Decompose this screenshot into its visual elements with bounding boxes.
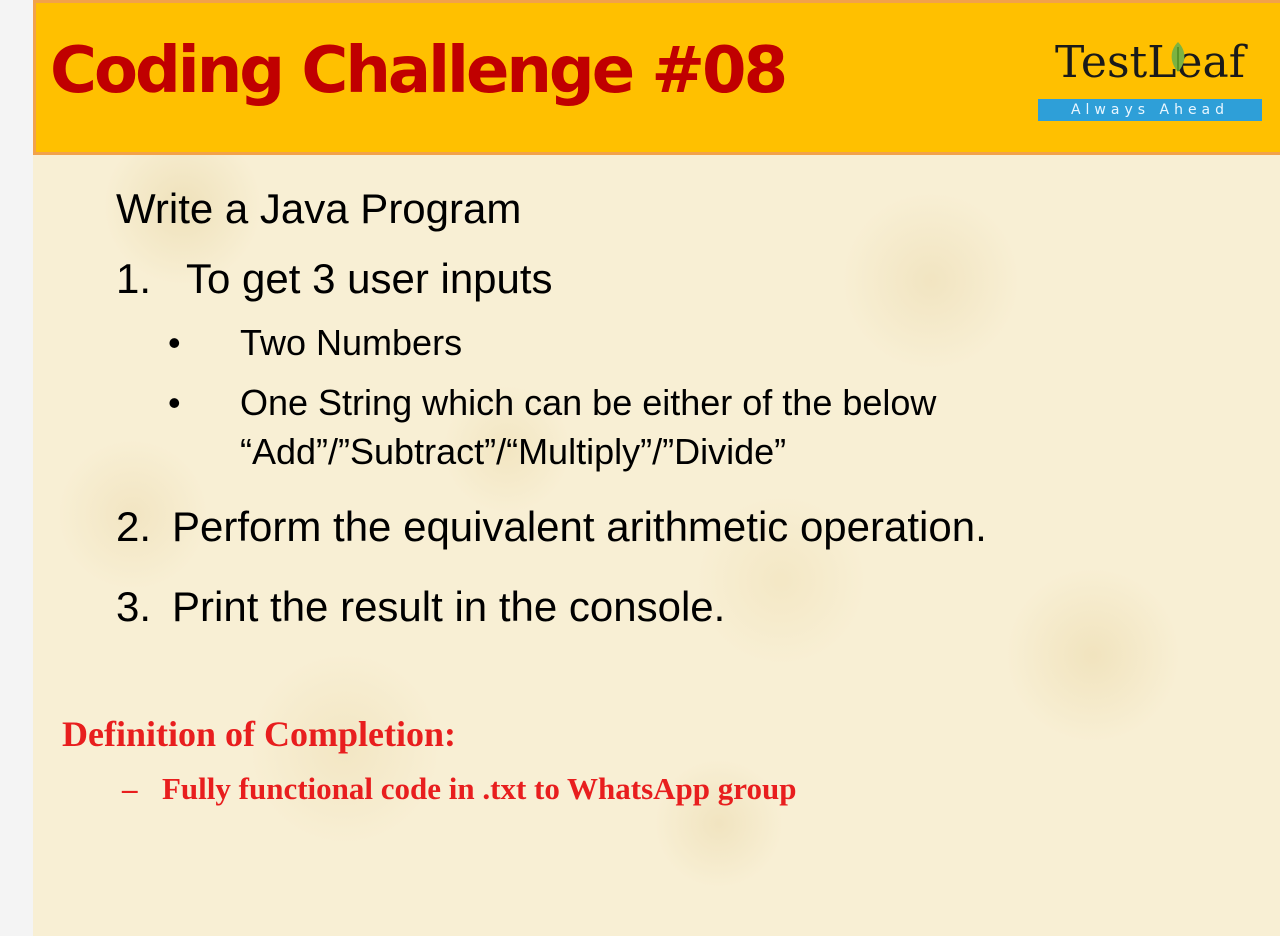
- completion-item: – Fully functional code in .txt to WhatsA…: [122, 773, 796, 804]
- completion-text: Fully functional code in .txt to WhatsAp…: [162, 771, 797, 806]
- list-item-3: 3. Print the result in the console.: [116, 586, 725, 628]
- list-marker: 3.: [116, 583, 152, 630]
- list-marker: 1.: [116, 255, 152, 302]
- list-item-text: Print the result in the console.: [172, 583, 726, 630]
- bullet-continuation: “Add”/”Subtract”/“Multiply”/”Divide”: [240, 431, 787, 472]
- testleaf-logo: TestLeaf Always Ahead: [1036, 41, 1264, 127]
- list-item-1: 1. To get 3 user inputs: [116, 258, 553, 300]
- bullet-item-2: • One String which can be either of the b…: [168, 385, 936, 421]
- list-item-text: To get 3 user inputs: [186, 255, 553, 302]
- completion-heading: Definition of Completion:: [62, 714, 456, 754]
- list-item-text: Perform the equivalent arithmetic operat…: [172, 503, 987, 550]
- logo-tagline: Always Ahead: [1038, 99, 1262, 121]
- leaf-icon: [1171, 42, 1185, 72]
- bullet-text: One String which can be either of the be…: [240, 382, 937, 423]
- logo-wordmark: TestLeaf: [1054, 37, 1245, 88]
- page-title: Coding Challenge #08: [50, 34, 788, 108]
- bullet-marker: •: [168, 322, 181, 363]
- slide-header: Coding Challenge #08 TestLeaf Always Ahe…: [33, 0, 1280, 155]
- bullet-text: Two Numbers: [240, 322, 463, 363]
- bullet-item-1: • Two Numbers: [168, 325, 462, 361]
- list-marker: 2.: [116, 503, 152, 550]
- bullet-marker: •: [168, 382, 181, 423]
- list-item-2: 2. Perform the equivalent arithmetic oper…: [116, 506, 987, 548]
- intro-text: Write a Java Program: [116, 185, 522, 232]
- dash-marker: –: [122, 771, 138, 806]
